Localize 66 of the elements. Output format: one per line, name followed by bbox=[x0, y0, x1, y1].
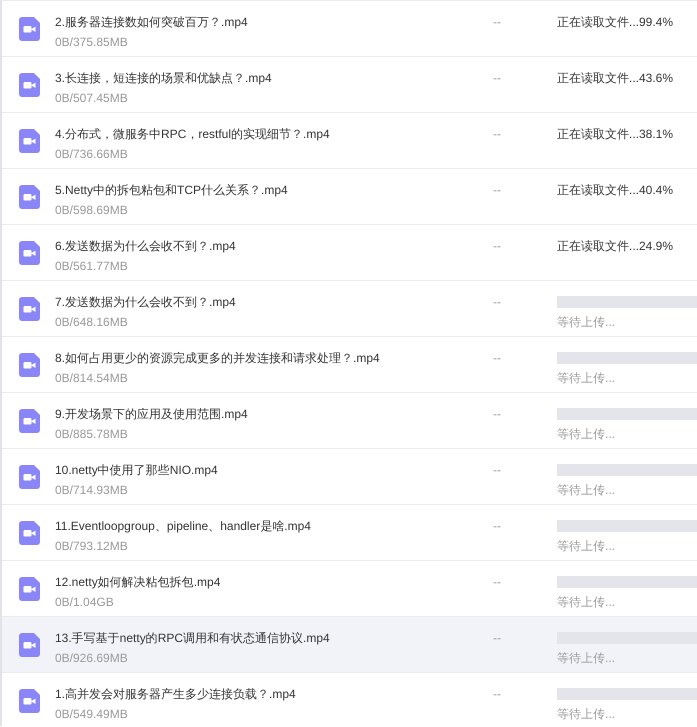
status-text: 等待上传... bbox=[557, 706, 616, 722]
video-file-icon bbox=[19, 633, 40, 657]
video-file-icon bbox=[19, 241, 40, 265]
status-text: 等待上传... bbox=[557, 314, 616, 330]
file-name: 9.开发场景下的应用及使用范围.mp4 bbox=[55, 406, 248, 422]
empty-value: -- bbox=[493, 182, 501, 198]
empty-value: -- bbox=[493, 686, 501, 702]
video-file-icon bbox=[19, 17, 40, 41]
status-text: 等待上传... bbox=[557, 650, 616, 666]
status-text: 正在读取文件...40.4% bbox=[557, 182, 674, 198]
file-name: 3.长连接，短连接的场景和优缺点？.mp4 bbox=[55, 70, 272, 86]
file-size: 0B/507.45MB bbox=[55, 90, 128, 106]
status-text: 正在读取文件...24.9% bbox=[557, 238, 674, 254]
empty-value: -- bbox=[493, 630, 501, 646]
status-text: 等待上传... bbox=[557, 426, 616, 442]
status-text: 正在读取文件...43.6% bbox=[557, 70, 674, 86]
status-text: 正在读取文件...38.1% bbox=[557, 126, 674, 142]
status-text: 等待上传... bbox=[557, 538, 616, 554]
file-size: 0B/714.93MB bbox=[55, 482, 128, 498]
file-size: 0B/1.04GB bbox=[55, 594, 114, 610]
empty-value: -- bbox=[493, 126, 501, 142]
file-name: 5.Netty中的拆包粘包和TCP什么关系？.mp4 bbox=[55, 182, 288, 198]
file-size: 0B/549.49MB bbox=[55, 706, 128, 722]
video-file-icon bbox=[19, 577, 40, 601]
video-file-icon bbox=[19, 521, 40, 545]
empty-value: -- bbox=[493, 350, 501, 366]
empty-value: -- bbox=[493, 574, 501, 590]
file-name: 1.高并发会对服务器产生多少连接负载？.mp4 bbox=[55, 686, 296, 702]
empty-value: -- bbox=[493, 294, 501, 310]
file-size: 0B/814.54MB bbox=[55, 370, 128, 386]
video-file-icon bbox=[19, 689, 40, 713]
file-name: 13.手写基于netty的RPC调用和有状态通信协议.mp4 bbox=[55, 630, 330, 646]
empty-value: -- bbox=[493, 406, 501, 422]
file-size: 0B/561.77MB bbox=[55, 258, 128, 274]
file-name: 10.netty中使用了那些NIO.mp4 bbox=[55, 462, 218, 478]
video-file-icon bbox=[19, 73, 40, 97]
file-size: 0B/598.69MB bbox=[55, 202, 128, 218]
video-file-icon bbox=[19, 185, 40, 209]
video-file-icon bbox=[19, 297, 40, 321]
file-size: 0B/648.16MB bbox=[55, 314, 128, 330]
status-text: 等待上传... bbox=[557, 370, 616, 386]
file-name: 7.发送数据为什么会收不到？.mp4 bbox=[55, 294, 236, 310]
file-name: 2.服务器连接数如何突破百万？.mp4 bbox=[55, 14, 248, 30]
empty-value: -- bbox=[493, 238, 501, 254]
file-name: 12.netty如何解决粘包拆包.mp4 bbox=[55, 574, 220, 590]
video-file-icon bbox=[19, 409, 40, 433]
video-file-icon bbox=[19, 353, 40, 377]
file-size: 0B/736.66MB bbox=[55, 146, 128, 162]
status-text: 等待上传... bbox=[557, 482, 616, 498]
file-row[interactable]: 13.手写基于netty的RPC调用和有状态通信协议.mp4 0B/926.69MB -- 等待上传... bbox=[2, 617, 697, 673]
file-name: 8.如何占用更少的资源完成更多的并发连接和请求处理？.mp4 bbox=[55, 350, 380, 366]
empty-value: -- bbox=[493, 70, 501, 86]
file-size: 0B/926.69MB bbox=[55, 650, 128, 666]
video-file-icon bbox=[19, 129, 40, 153]
empty-value: -- bbox=[493, 462, 501, 478]
empty-value: -- bbox=[493, 518, 501, 534]
file-name: 11.Eventloopgroup、pipeline、handler是啥.mp4 bbox=[55, 518, 311, 534]
file-size: 0B/885.78MB bbox=[55, 426, 128, 442]
video-file-icon bbox=[19, 465, 40, 489]
status-text: 等待上传... bbox=[557, 594, 616, 610]
file-name: 4.分布式，微服务中RPC，restful的实现细节？.mp4 bbox=[55, 126, 330, 142]
file-size: 0B/793.12MB bbox=[55, 538, 128, 554]
status-text: 正在读取文件...99.4% bbox=[557, 14, 674, 30]
file-name: 6.发送数据为什么会收不到？.mp4 bbox=[55, 238, 236, 254]
empty-value: -- bbox=[493, 14, 501, 30]
file-size: 0B/375.85MB bbox=[55, 34, 128, 50]
